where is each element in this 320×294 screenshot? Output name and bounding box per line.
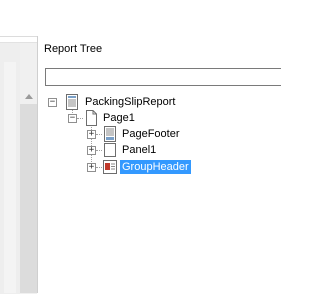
left-pane — [0, 0, 37, 294]
left-pane-strip — [4, 62, 16, 293]
collapse-icon[interactable]: − — [48, 98, 57, 107]
left-pane-divider — [0, 36, 37, 37]
tree-node-packingslipreport[interactable]: − PackingSlipReport — [48, 94, 228, 110]
tree-node-label: Panel1 — [122, 144, 157, 156]
report-icon — [65, 94, 79, 110]
expand-icon[interactable]: + — [87, 163, 96, 172]
tree-search-input[interactable] — [45, 68, 281, 86]
tree-node-page1[interactable]: − Page1 — [68, 110, 188, 126]
collapse-icon[interactable]: − — [68, 114, 77, 123]
panel-title: Report Tree — [44, 43, 103, 55]
tree-node-label: Page1 — [103, 112, 135, 124]
panel-icon — [103, 142, 117, 158]
expand-icon[interactable]: + — [87, 146, 96, 155]
tree-node-label: PackingSlipReport — [85, 96, 176, 108]
scroll-up-arrow-icon[interactable] — [20, 89, 37, 103]
tree-node-label: PageFooter — [122, 128, 180, 140]
expand-icon[interactable]: + — [87, 130, 96, 139]
tree-node-panel1[interactable]: + Panel1 — [87, 142, 207, 158]
page-footer-icon — [103, 126, 117, 142]
tree-node-pagefooter[interactable]: + PageFooter — [87, 126, 207, 142]
scrollbar-thumb[interactable] — [20, 104, 37, 293]
tree-node-label-selected: GroupHeader — [120, 160, 191, 174]
page-icon — [84, 110, 98, 126]
group-header-icon — [103, 159, 117, 175]
tree-node-groupheader[interactable]: + GroupHeader — [87, 159, 207, 175]
left-pane-header — [0, 0, 37, 36]
